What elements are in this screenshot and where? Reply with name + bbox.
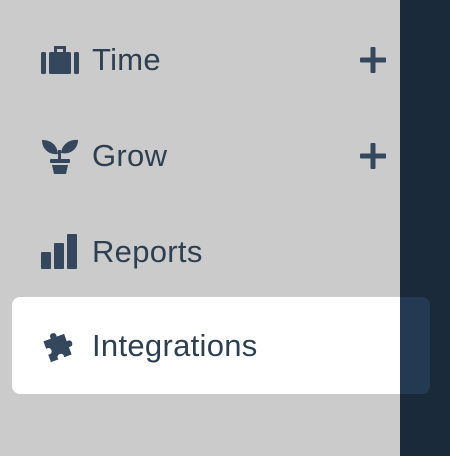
sidebar-item-grow[interactable]: Grow (12, 108, 400, 204)
active-item-indicator (400, 297, 430, 394)
sidebar-item-label: Reports (92, 234, 203, 269)
sidebar-item-label: Integrations (92, 327, 258, 363)
sidebar-item-label: Grow (92, 138, 168, 173)
bar-chart-icon (40, 232, 80, 272)
sidebar-item-reports[interactable]: Reports (12, 204, 400, 300)
sidebar-item-label: Time (92, 42, 161, 77)
puzzle-icon (40, 326, 80, 366)
briefcase-icon (40, 40, 80, 80)
sidebar-item-time[interactable]: Time (12, 12, 400, 108)
expand-plus-icon[interactable] (358, 45, 388, 75)
plant-icon (40, 136, 80, 176)
expand-plus-icon[interactable] (358, 141, 388, 171)
sidebar-item-integrations[interactable]: Integrations (12, 297, 400, 394)
